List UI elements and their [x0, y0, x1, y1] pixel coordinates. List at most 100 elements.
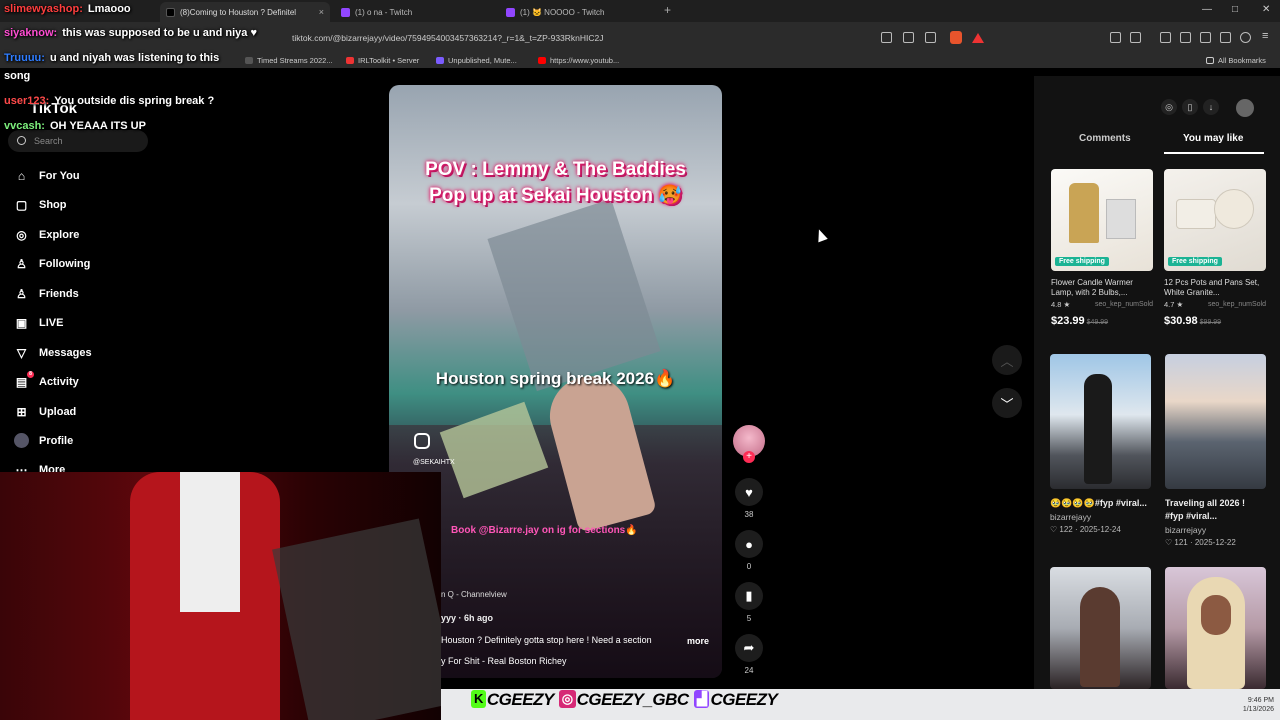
tab-twitch-2[interactable]: (1) 🐱 NOOOO - Twitch — [500, 2, 660, 22]
bookmark-youtube[interactable]: https://www.youtub... — [538, 56, 619, 65]
sidebar-icon[interactable] — [1130, 32, 1141, 43]
video-author[interactable]: yyy · 6h ago — [441, 613, 493, 623]
video-song[interactable]: y For Shit - Real Boston Richey — [441, 656, 567, 666]
nav-live[interactable]: ▣ LIVE — [14, 315, 64, 330]
previous-video-button[interactable]: ︿ — [992, 345, 1022, 375]
video-caption-middle: Houston spring break 2026🔥 — [435, 369, 676, 388]
product-card[interactable]: Free shipping 12 Pcs Pots and Pans Set, … — [1164, 169, 1266, 327]
media-icon[interactable] — [1160, 32, 1171, 43]
more-link[interactable]: more — [687, 636, 709, 646]
like-count: 38 — [744, 510, 754, 519]
tab-tiktok[interactable]: (8)Coming to Houston ? Definitel × — [160, 2, 330, 22]
tab-you-may-like[interactable]: You may like — [1183, 133, 1243, 144]
suggested-video-card[interactable]: Traveling all 2026 ! #fyp #viral... biza… — [1165, 354, 1266, 547]
video-author[interactable]: bizarrejayy — [1165, 525, 1266, 535]
bookmark-icon[interactable]: ▮ — [735, 582, 763, 610]
chat-message: user123: You outside dis spring break ? — [4, 95, 215, 107]
mobile-icon[interactable]: ▯ — [1182, 99, 1198, 115]
next-video-button[interactable]: ﹀ — [992, 388, 1022, 418]
follow-plus-icon[interactable]: + — [743, 451, 755, 463]
all-bookmarks-button[interactable]: All Bookmarks — [1206, 56, 1266, 65]
clock-time[interactable]: 9:46 PM — [1248, 697, 1274, 704]
search-input[interactable]: Search — [8, 130, 148, 152]
free-shipping-badge: Free shipping — [1168, 257, 1222, 266]
social-handles: K CGEEZY ◎ CGEEZY_GBC ▟ CGEEZY — [470, 690, 778, 710]
nav-explore[interactable]: ◎ Explore — [14, 227, 79, 242]
video-thumbnail — [1165, 354, 1266, 489]
tab-label: (8)Coming to Houston ? Definitel — [180, 7, 297, 17]
compass-icon: ◎ — [16, 227, 27, 242]
close-window-button[interactable]: ✕ — [1262, 4, 1270, 15]
share-count: 24 — [744, 666, 754, 675]
download-icon[interactable]: ↓ — [1203, 99, 1219, 115]
share-arrow-icon[interactable]: ➦ — [735, 634, 763, 662]
shop-bag-icon: ▢ — [15, 197, 28, 212]
kick-icon: K — [471, 690, 486, 708]
chat-message: Truuuu: u and niyah was listening to this — [4, 52, 220, 64]
close-tab-icon[interactable]: × — [319, 7, 324, 17]
product-price: $30.98 $99.99 — [1164, 315, 1222, 327]
chat-username: slimewyashop: — [4, 3, 83, 15]
wallet-icon[interactable] — [1200, 32, 1211, 43]
tab-twitch-1[interactable]: (1) o na - Twitch — [335, 2, 495, 22]
chat-message: slimewyashop: Lmaooo — [4, 3, 131, 15]
suggested-video-card[interactable] — [1165, 567, 1266, 689]
cast-icon[interactable] — [903, 32, 914, 43]
clock-date[interactable]: 1/13/2026 — [1243, 706, 1274, 713]
user-avatar[interactable] — [1236, 99, 1254, 117]
suggested-video-card[interactable] — [1050, 567, 1151, 689]
save-action[interactable]: ▮ 5 — [735, 582, 763, 623]
nav-upload[interactable]: ⊞ Upload — [14, 404, 76, 419]
bookmark-unpublished[interactable]: Unpublished, Mute... — [436, 56, 517, 65]
video-description: Houston ? Definitely gotta stop here ! N… — [441, 635, 652, 645]
home-icon: ⌂ — [17, 168, 26, 183]
share-action[interactable]: ➦ 24 — [735, 634, 763, 675]
menu-icon[interactable]: ≡ — [1262, 30, 1268, 42]
chat-username: vvcash: — [4, 120, 45, 132]
tab-comments[interactable]: Comments — [1079, 133, 1131, 144]
webcam-chair — [272, 518, 441, 720]
following-user-icon: ♙ — [16, 256, 27, 271]
reader-icon[interactable] — [1180, 32, 1191, 43]
product-price: $23.99 $49.99 — [1051, 315, 1109, 327]
vpn-icon[interactable] — [1240, 32, 1251, 43]
live-tv-icon: ▣ — [15, 315, 28, 330]
instagram-icon: ◎ — [558, 690, 576, 708]
new-tab-button[interactable]: + — [664, 3, 671, 17]
video-author[interactable]: bizarrejayy — [1050, 512, 1151, 522]
leo-ai-icon[interactable] — [1220, 32, 1231, 43]
maximize-button[interactable]: □ — [1232, 4, 1238, 15]
bookmark-timed-streams[interactable]: Timed Streams 2022... — [245, 56, 333, 65]
messages-icon: ▽ — [16, 345, 27, 360]
extensions-icon[interactable] — [1110, 32, 1121, 43]
share-icon[interactable] — [925, 32, 936, 43]
product-image: Free shipping — [1164, 169, 1266, 271]
tiktok-favicon-icon — [166, 7, 175, 17]
video-thumbnail — [1050, 354, 1151, 489]
coin-icon[interactable]: ◎ — [1161, 99, 1177, 115]
chevron-down-icon: ﹀ — [1000, 396, 1014, 412]
nav-following[interactable]: ♙ Following — [14, 256, 90, 271]
nav-for-you[interactable]: ⌂ For You — [14, 168, 80, 183]
site-settings-icon[interactable] — [881, 32, 892, 43]
brave-shield-icon[interactable] — [950, 31, 962, 44]
video-stats: ♡ 122 · 2025-12-24 — [1050, 525, 1121, 534]
video-location[interactable]: n Q - Channelview — [441, 590, 507, 599]
nav-activity[interactable]: ▤ 8 Activity — [14, 371, 79, 389]
nav-messages[interactable]: ▽ Messages — [14, 345, 92, 360]
twitch-icon: ▟ — [693, 690, 710, 708]
product-card[interactable]: Free shipping Flower Candle Warmer Lamp,… — [1051, 169, 1153, 327]
video-caption-top: POV : Lemmy & The Baddies Pop up at Seka… — [425, 159, 686, 206]
nav-profile[interactable]: Profile — [14, 433, 73, 448]
comment-action[interactable]: ● 0 — [735, 530, 763, 571]
like-action[interactable]: ♥ 38 — [735, 478, 763, 519]
comment-icon[interactable]: ● — [735, 530, 763, 558]
bookmark-irltoolkit[interactable]: IRLToolkit • Server — [346, 56, 419, 65]
heart-icon[interactable]: ♥ — [735, 478, 763, 506]
minimize-button[interactable]: — — [1202, 4, 1212, 15]
suggested-video-card[interactable]: 🥹🥹🥹🥹#fyp #viral... bizarrejayy ♡ 122 · 2… — [1050, 354, 1151, 534]
nav-shop[interactable]: ▢ Shop — [14, 197, 67, 212]
twitch-favicon-icon — [506, 7, 515, 17]
nav-friends[interactable]: ♙ Friends — [14, 286, 79, 301]
brave-rewards-icon[interactable] — [972, 33, 984, 43]
